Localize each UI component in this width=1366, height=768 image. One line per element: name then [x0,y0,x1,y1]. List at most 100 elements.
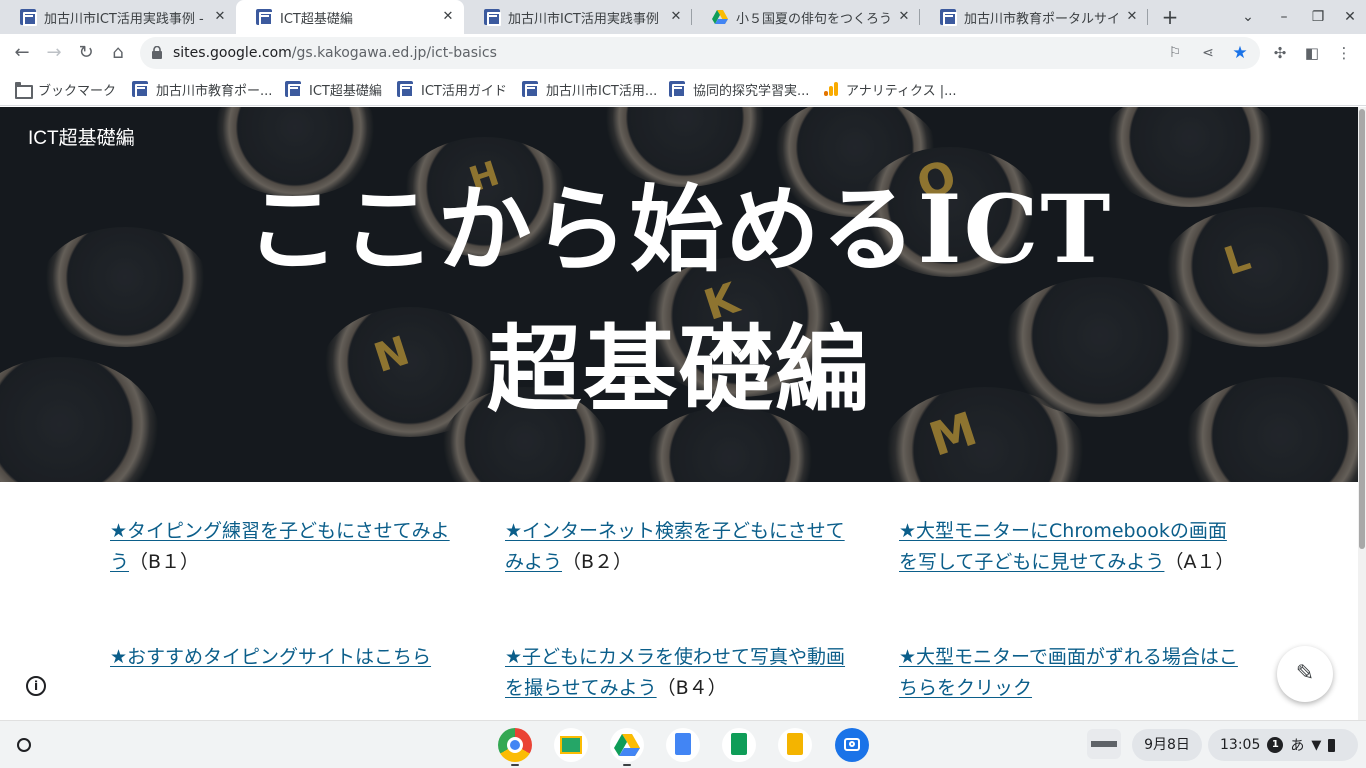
home-icon[interactable]: ⌂ [106,41,130,65]
address-bar[interactable]: sites.google.com/gs.kakogawa.ed.jp/ict-b… [140,37,1260,69]
link-cell: ★大型モニターにChromebookの画面を写して子どもに見せてみよう（A１） [899,516,1244,578]
close-icon[interactable]: ✕ [212,9,228,25]
notification-count-badge: 1 [1267,737,1284,753]
translate-icon[interactable]: ⚐ [1165,43,1185,63]
analytics-icon [822,81,838,97]
google-sites-icon [397,81,414,98]
typing-sites-link[interactable]: ★おすすめタイピングサイトはこちら [110,646,431,668]
bookmark-item[interactable]: 協同的探究学習実... [669,79,809,99]
google-sites-icon [285,81,302,98]
tab-title: 小５国夏の俳句をつくろう.p [736,11,890,27]
internet-search-link[interactable]: ★インターネット検索を子どもにさせてみよう [505,520,845,573]
bookmark-label: ICT活用ガイド [421,83,507,99]
tab-5[interactable]: 加古川市教育ポータルサイト ✕ [920,0,1148,34]
date-tray[interactable]: 9月8日 [1132,729,1202,761]
bookmarks-bar: ブックマーク 加古川市教育ポー... ICT超基礎編 ICT活用ガイド 加古川市… [0,72,1366,106]
forward-arrow-icon[interactable]: → [42,41,66,65]
docs-app-icon[interactable] [666,728,700,762]
slides-app-icon[interactable] [778,728,812,762]
bookmark-label: アナリティクス |... [846,83,957,99]
link-cell: ★大型モニターで画面がずれる場合はこちらをクリック [899,642,1244,704]
google-sites-icon [20,9,37,26]
edit-pencil-icon[interactable]: ✎ [1277,646,1333,702]
google-sites-icon [522,81,539,98]
share-icon[interactable]: ⋖ [1198,43,1218,63]
close-icon[interactable]: ✕ [440,9,456,25]
bookmark-item[interactable]: 加古川市教育ポー... [132,79,272,99]
tab-1[interactable]: 加古川市ICT活用実践事例 - 加 ✕ [0,0,236,34]
tab-title: 加古川市ICT活用実践事例 - 加 [508,11,662,27]
tab-2-active[interactable]: ICT超基礎編 ✕ [236,0,464,34]
status-tray[interactable]: 13:05 1 あ ▼ [1208,729,1358,761]
bookmark-label: ブックマーク [38,83,117,99]
bookmark-item[interactable]: アナリティクス |... [822,79,956,99]
ime-indicator: あ [1290,738,1305,754]
monitor-offset-link[interactable]: ★大型モニターで画面がずれる場合はこちらをクリック [899,646,1238,699]
lock-icon [152,46,162,59]
browser-toolbar: ← → ↻ ⌂ sites.google.com/gs.kakogawa.ed.… [0,34,1366,72]
hero-title-line1: ここから始めるICT [245,175,1113,285]
link-cell: ★インターネット検索を子どもにさせてみよう（B２） [505,516,850,578]
sheets-app-icon[interactable] [722,728,756,762]
battery-icon [1328,738,1336,752]
minimize-icon[interactable]: – [1274,8,1294,26]
tab-strip: 加古川市ICT活用実践事例 - 加 ✕ ICT超基礎編 ✕ 加古川市ICT活用実… [0,0,1366,34]
camera-app-icon[interactable] [835,728,869,762]
running-indicator [623,764,631,766]
bookmark-label: 加古川市教育ポー... [156,83,273,99]
tab-3[interactable]: 加古川市ICT活用実践事例 - 加 ✕ [464,0,692,34]
running-indicator [511,764,519,766]
page-scrollbar[interactable] [1358,107,1366,720]
link-suffix: （B１） [129,551,200,573]
clock-time: 13:05 [1220,737,1261,753]
close-icon[interactable]: ✕ [1124,9,1140,25]
google-sites-icon [132,81,149,98]
classroom-app-icon[interactable] [554,728,588,762]
hero-banner: N K M O H L ICT超基礎編 ここから始めるICT 超基礎編 [0,107,1358,482]
google-sites-icon [256,9,273,26]
reload-icon[interactable]: ↻ [74,41,98,65]
back-arrow-icon[interactable]: ← [10,41,34,65]
tab-divider [1147,9,1148,25]
google-drive-icon [712,9,728,25]
drive-app-icon[interactable] [610,728,644,762]
bookmark-label: 協同的探究学習実... [693,83,810,99]
bookmark-star-icon[interactable]: ★ [1230,43,1250,63]
tab-4[interactable]: 小５国夏の俳句をつくろう.p ✕ [692,0,920,34]
google-sites-icon [669,81,686,98]
folder-icon [14,81,33,99]
close-icon[interactable]: ✕ [668,9,684,25]
new-tab-button[interactable]: + [1158,6,1182,28]
link-suffix: （B２） [562,551,633,573]
chrome-app-icon[interactable] [498,728,532,762]
side-panel-icon[interactable]: ◧ [1301,42,1323,64]
google-sites-icon [940,9,957,26]
google-sites-icon [484,9,501,26]
link-cell: ★子どもにカメラを使わせて写真や動画を撮らせてみよう（B４） [505,642,850,704]
link-grid: ★タイピング練習を子どもにさせてみよう（B１） ★インターネット検索を子どもにさ… [0,482,1358,720]
restore-icon[interactable]: ❐ [1308,8,1328,26]
bookmark-item[interactable]: ICT超基礎編 [285,79,382,99]
close-window-icon[interactable]: ✕ [1340,8,1360,26]
link-suffix: （B４） [656,677,727,699]
holding-space-thumbnail-icon[interactable] [1087,729,1121,759]
bookmark-label: ICT超基礎編 [309,83,382,99]
tab-title: ICT超基礎編 [280,11,353,27]
launcher-icon[interactable] [12,733,36,757]
link-cell: ★タイピング練習を子どもにさせてみよう（B１） [110,516,455,578]
tab-search-chevron-icon[interactable]: ⌄ [1238,8,1258,26]
bookmark-folder[interactable]: ブックマーク [14,79,116,99]
site-name[interactable]: ICT超基礎編 [28,123,135,150]
close-icon[interactable]: ✕ [896,9,912,25]
os-shelf: 9月8日 13:05 1 あ ▼ [0,720,1366,768]
wifi-icon: ▼ [1311,737,1322,753]
bookmark-label: 加古川市ICT活用... [546,83,658,99]
extensions-puzzle-icon[interactable]: ✣ [1269,42,1291,64]
bookmark-item[interactable]: 加古川市ICT活用... [522,79,657,99]
scrollbar-thumb[interactable] [1359,109,1365,549]
bookmark-item[interactable]: ICT活用ガイド [397,79,507,99]
web-page: N K M O H L ICT超基礎編 ここから始めるICT 超基礎編 ★タイピ… [0,107,1358,720]
menu-dots-icon[interactable]: ⋮ [1333,42,1355,64]
url-host: sites.google.com [173,45,292,61]
info-icon[interactable]: i [26,676,46,696]
